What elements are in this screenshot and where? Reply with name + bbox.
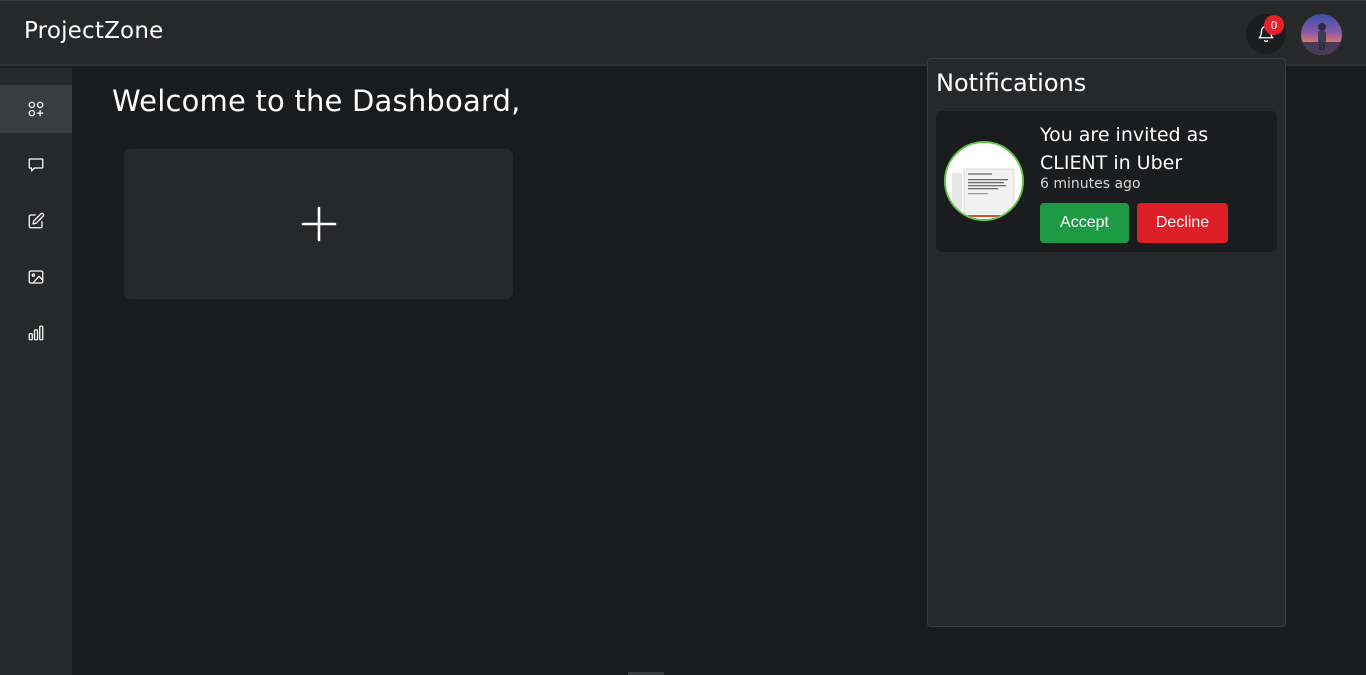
- notification-time: 6 minutes ago: [1040, 176, 1141, 192]
- edit-icon: [28, 212, 45, 229]
- notification-thumbnail: [944, 141, 1024, 221]
- notifications-title: Notifications: [936, 69, 1087, 97]
- page-title: Welcome to the Dashboard,: [112, 84, 521, 118]
- notifications-panel: Notifications You are invited as CLIENT …: [927, 58, 1286, 627]
- notification-count-badge: 0: [1264, 15, 1284, 35]
- sidebar-item-gallery[interactable]: [0, 253, 72, 301]
- brand-logo[interactable]: ProjectZone: [24, 18, 163, 44]
- sidebar-item-messages[interactable]: [0, 141, 72, 189]
- notification-item: You are invited as CLIENT in Uber 6 minu…: [936, 111, 1277, 252]
- sidebar-item-dashboard[interactable]: [0, 85, 72, 133]
- image-icon: [28, 270, 44, 284]
- avatar-image: [1301, 14, 1342, 55]
- plus-icon: [301, 206, 336, 242]
- sidebar-item-analytics[interactable]: [0, 309, 72, 357]
- sidebar: [0, 68, 72, 675]
- chat-bubble-icon: [28, 158, 44, 172]
- add-project-card[interactable]: [124, 149, 513, 299]
- thumbnail-image: [946, 143, 1022, 219]
- decline-button[interactable]: Decline: [1137, 203, 1228, 243]
- grid-add-icon: [28, 101, 44, 117]
- notification-message: You are invited as CLIENT in Uber: [1040, 124, 1209, 174]
- accept-button[interactable]: Accept: [1040, 203, 1129, 243]
- top-bar: ProjectZone 0: [0, 0, 1366, 66]
- bar-chart-icon: [28, 325, 44, 341]
- user-avatar[interactable]: [1301, 14, 1342, 55]
- sidebar-item-edit[interactable]: [0, 197, 72, 245]
